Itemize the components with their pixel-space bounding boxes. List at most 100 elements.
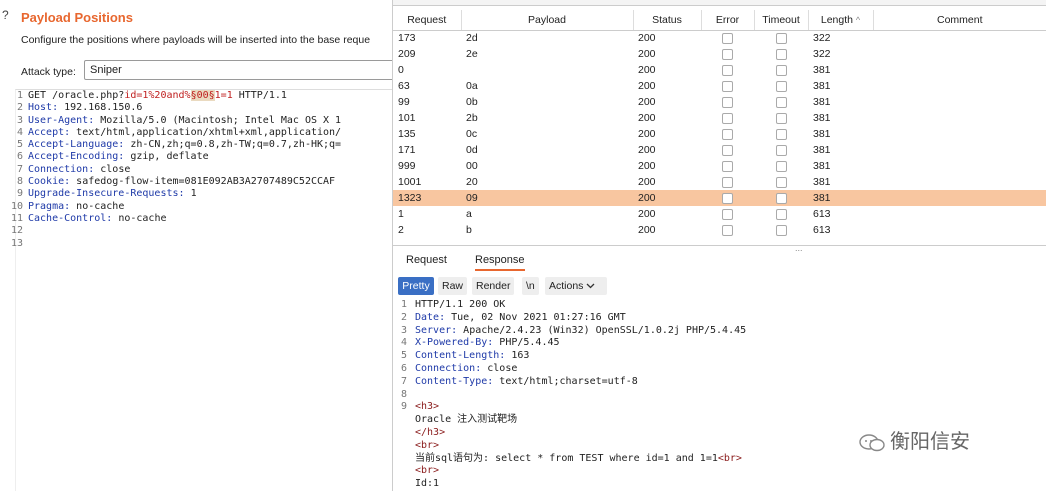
cell-timeout [754, 46, 808, 62]
error-checkbox[interactable] [722, 96, 733, 108]
error-checkbox[interactable] [722, 144, 733, 156]
error-checkbox[interactable] [722, 160, 733, 172]
cell-error [701, 30, 754, 46]
response-line: 7 Content-Type: text/html;charset=utf-8 [393, 376, 1046, 389]
cell-comment [873, 62, 1046, 78]
tab-response[interactable]: Response [475, 254, 525, 271]
result-row[interactable]: 173 2d 200 322 [393, 30, 1046, 46]
cell-length: 381 [813, 128, 831, 140]
cell-comment [873, 222, 1046, 238]
error-checkbox[interactable] [722, 64, 733, 76]
timeout-checkbox[interactable] [775, 192, 787, 204]
timeout-checkbox[interactable] [775, 224, 787, 236]
col-timeout[interactable]: Timeout [754, 10, 809, 31]
cell-request: 999 [398, 160, 416, 172]
error-checkbox[interactable] [722, 224, 733, 236]
timeout-checkbox[interactable] [775, 160, 787, 172]
request-line-text: Accept: text/html,application/xhtml+xml,… [28, 127, 341, 139]
result-row[interactable]: 99 0b 200 381 [393, 94, 1046, 110]
line-number: 3 [400, 324, 407, 336]
cell-payload: 20 [466, 176, 478, 188]
http-version: HTTP/1.1 [232, 90, 287, 101]
error-checkbox[interactable] [722, 208, 733, 220]
col-status[interactable]: Status [633, 10, 702, 31]
response-line: 当前sql语句为: select * from TEST where id=1 … [393, 453, 1046, 466]
result-row[interactable]: 1323 09 200 381 [393, 190, 1046, 206]
result-row[interactable]: 1001 20 200 381 [393, 174, 1046, 190]
cell-length: 381 [813, 144, 831, 156]
timeout-checkbox[interactable] [775, 96, 787, 108]
timeout-checkbox[interactable] [775, 208, 787, 220]
attack-type-select[interactable]: Sniper [84, 60, 392, 80]
col-payload[interactable]: Payload [461, 10, 634, 31]
param-name: id= [124, 90, 143, 101]
request-line-text: Host: 192.168.150.6 [28, 102, 142, 114]
error-checkbox[interactable] [722, 176, 733, 188]
render-button[interactable]: Render [472, 277, 515, 295]
error-checkbox[interactable] [722, 32, 733, 44]
tab-request[interactable]: Request [406, 254, 447, 266]
html-tag: <br> [717, 452, 742, 464]
cell-length: 381 [813, 160, 831, 172]
line-number: 1 [16, 90, 23, 101]
timeout-checkbox[interactable] [775, 64, 787, 76]
result-row[interactable]: 135 0c 200 381 [393, 126, 1046, 142]
response-line: 6 Connection: close [393, 363, 1046, 376]
help-icon[interactable]: ? [2, 8, 9, 22]
section-description: Configure the positions where payloads w… [21, 34, 371, 46]
error-checkbox[interactable] [722, 192, 733, 204]
col-comment[interactable]: Comment [873, 10, 1046, 31]
error-checkbox[interactable] [722, 48, 733, 60]
col-error[interactable]: Error [701, 10, 755, 31]
response-viewer[interactable]: 1 HTTP/1.1 200 OK 2 Date: Tue, 02 Nov 2021 … [393, 299, 1046, 491]
request-editor[interactable]: 1 GET /oracle.php?id=1%20and%§00§1=1 HTTP… [11, 89, 392, 491]
line-number: 2 [16, 102, 23, 114]
cell-error [701, 126, 754, 142]
timeout-checkbox[interactable] [775, 80, 787, 92]
pretty-button[interactable]: Pretty [398, 277, 434, 295]
cell-timeout [754, 142, 808, 158]
result-row[interactable]: 171 0d 200 381 [393, 142, 1046, 158]
actions-dropdown[interactable]: Actions [545, 277, 607, 295]
timeout-checkbox[interactable] [775, 128, 787, 140]
raw-button[interactable]: Raw [438, 277, 468, 295]
cell-request: 63 [398, 80, 410, 92]
timeout-checkbox[interactable] [775, 144, 787, 156]
response-line: 2 Date: Tue, 02 Nov 2021 01:27:16 GMT [393, 312, 1046, 325]
error-checkbox[interactable] [722, 80, 733, 92]
html-text: 当前sql语句为: select * from TEST where id=1 … [415, 452, 718, 464]
response-line-text: Content-Length: 163 [415, 350, 529, 363]
cell-timeout [754, 206, 808, 222]
result-row[interactable]: 1 a 200 613 [393, 206, 1046, 222]
timeout-checkbox[interactable] [775, 176, 787, 188]
result-row[interactable]: 63 0a 200 381 [393, 78, 1046, 94]
error-checkbox[interactable] [722, 112, 733, 124]
result-row[interactable]: 101 2b 200 381 [393, 110, 1046, 126]
cell-length: 381 [813, 80, 831, 92]
error-checkbox[interactable] [722, 128, 733, 140]
request-line: 4 Accept: text/html,application/xhtml+xml… [16, 127, 392, 139]
result-row[interactable]: 209 2e 200 322 [393, 46, 1046, 62]
cell-error [701, 190, 754, 206]
result-row[interactable]: 2 b 200 613 [393, 222, 1046, 238]
line-number: 3 [16, 114, 23, 126]
timeout-checkbox[interactable] [775, 48, 787, 60]
result-row[interactable]: 0 200 381 [393, 62, 1046, 78]
response-line: <br> [393, 465, 1046, 478]
timeout-checkbox[interactable] [775, 32, 787, 44]
cell-payload: 0c [466, 128, 478, 140]
timeout-checkbox[interactable] [775, 112, 787, 124]
result-row[interactable]: 999 00 200 381 [393, 158, 1046, 174]
cell-payload: 2b [466, 112, 478, 124]
cell-request: 171 [398, 144, 416, 156]
response-line: 5 Content-Length: 163 [393, 350, 1046, 363]
col-length[interactable]: Length ^ [808, 10, 874, 31]
split-divider[interactable] [393, 245, 1046, 249]
col-request[interactable]: Request [393, 10, 462, 31]
header-name: Upgrade-Insecure-Requests: [28, 188, 185, 200]
cell-status: 200 [638, 80, 656, 92]
cell-comment [873, 110, 1046, 126]
line-number: 10 [10, 200, 23, 212]
results-header-row: Request Payload Status Error Timeout Len… [393, 10, 1046, 31]
newline-toggle-button[interactable]: \n [522, 277, 539, 295]
